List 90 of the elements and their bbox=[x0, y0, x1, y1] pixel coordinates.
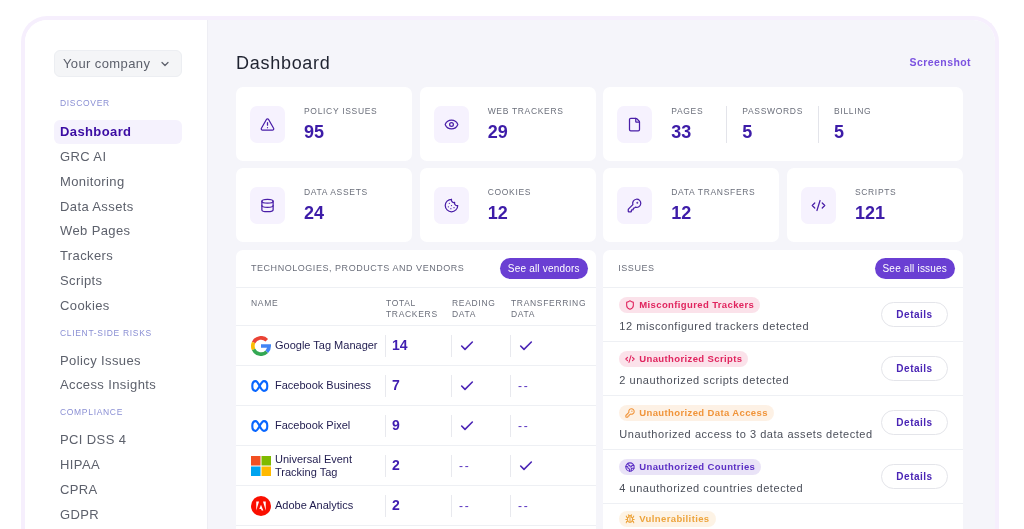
nav-item[interactable]: Data Assets bbox=[54, 193, 182, 219]
vendor-name: Universal Event Tracking Tag bbox=[275, 452, 354, 479]
column-header: TOTAL TRACKERS bbox=[386, 298, 439, 320]
key-icon bbox=[625, 407, 636, 418]
nav-item[interactable]: GRC AI bbox=[54, 144, 182, 170]
vendor-name: Google Tag Manager bbox=[275, 339, 378, 352]
nav-item[interactable]: GDPR bbox=[54, 501, 182, 527]
details-button[interactable]: Details bbox=[881, 410, 948, 435]
nav-item[interactable]: Scripts bbox=[54, 268, 182, 294]
stat-value: 12 bbox=[671, 201, 693, 224]
nav-item[interactable]: Access Insights bbox=[54, 372, 182, 398]
nav-item[interactable]: HIPAA bbox=[54, 452, 182, 478]
empty-mark: -- bbox=[518, 417, 530, 435]
nav-section-heading: CLIENT-SIDE RISKS bbox=[59, 327, 153, 338]
eye-icon bbox=[433, 105, 469, 143]
tracker-count: 14 bbox=[392, 336, 408, 355]
stat-label: PAGES bbox=[671, 105, 705, 117]
nav-section-heading: COMPLIANCE bbox=[59, 407, 124, 418]
empty-mark: -- bbox=[459, 497, 471, 515]
globe-icon bbox=[625, 461, 636, 472]
nav-item[interactable]: Trackers bbox=[54, 243, 182, 269]
nav-item[interactable]: PCI DSS 4 bbox=[54, 427, 182, 453]
tracker-count: 2 bbox=[392, 496, 400, 515]
stat-label: POLICY ISSUES bbox=[304, 105, 378, 117]
code-icon bbox=[800, 186, 836, 224]
key-icon bbox=[617, 186, 653, 224]
infinity-logo-icon bbox=[251, 419, 271, 432]
nav-item[interactable]: CPRA bbox=[54, 477, 182, 502]
column-header: NAME bbox=[251, 298, 280, 309]
bug-icon bbox=[625, 514, 636, 524]
empty-mark: -- bbox=[518, 377, 530, 395]
stat-label: WEB TRACKERS bbox=[487, 105, 564, 117]
vendor-name: Adobe Analytics bbox=[275, 499, 354, 512]
g-logo-icon bbox=[251, 335, 271, 356]
stat-value: 95 bbox=[304, 120, 326, 143]
issue-description: Unauthorized access to 3 data assets detected bbox=[619, 426, 873, 441]
tracker-count: 7 bbox=[392, 376, 400, 395]
stat-value: 121 bbox=[854, 201, 886, 224]
screenshot-link[interactable]: Screenshot bbox=[909, 55, 971, 71]
details-button[interactable]: Details bbox=[881, 356, 948, 381]
nav-item[interactable]: Dashboard bbox=[54, 119, 182, 145]
stat-label: SCRIPTS bbox=[854, 186, 897, 198]
vendor-name: Facebook Pixel bbox=[275, 419, 351, 432]
issue-badge-label: Unauthorized Countries bbox=[639, 460, 756, 473]
panel-title: TECHNOLOGIES, PRODUCTS AND VENDORS bbox=[251, 261, 465, 275]
issue-description: 2 unauthorized scripts detected bbox=[619, 372, 790, 387]
issue-badge-label: Misconfigured Trackers bbox=[639, 298, 755, 311]
issue-badge-label: Unauthorized Scripts bbox=[639, 352, 743, 365]
empty-mark: -- bbox=[459, 457, 471, 475]
column-header: TRANSFERRING DATA bbox=[511, 298, 588, 320]
nav-section-heading: DISCOVER bbox=[59, 98, 111, 108]
page-title: Dashboard bbox=[236, 51, 331, 75]
nav-item[interactable]: Policy Issues bbox=[54, 347, 182, 373]
nav-item[interactable]: Web Pages bbox=[54, 218, 182, 244]
issue-badge-label: Unauthorized Data Access bbox=[639, 406, 768, 419]
stat-value: 5 bbox=[834, 120, 845, 143]
stat-label: COOKIES bbox=[487, 186, 532, 198]
shield-icon bbox=[625, 299, 636, 310]
see-all-issues-button[interactable]: See all issues bbox=[874, 258, 955, 279]
stat-label: DATA TRANSFERS bbox=[671, 186, 756, 198]
code-icon bbox=[625, 353, 636, 364]
stat-label: DATA ASSETS bbox=[304, 186, 368, 198]
issue-description: 12 misconfigured trackers detected bbox=[619, 318, 810, 333]
see-all-vendors-button[interactable]: See all vendors bbox=[499, 258, 588, 279]
issue-description: 4 unauthorized countries detected bbox=[619, 480, 804, 495]
cookie-icon bbox=[433, 186, 469, 224]
round-a-logo-icon bbox=[251, 495, 271, 516]
tracker-count: 9 bbox=[392, 416, 400, 435]
stat-value: 33 bbox=[671, 120, 693, 143]
panel-title: ISSUES bbox=[618, 261, 655, 275]
vendor-name: Facebook Business bbox=[275, 379, 371, 392]
empty-mark: -- bbox=[518, 497, 530, 515]
company-selector[interactable]: Your company bbox=[54, 50, 182, 77]
stat-value: 5 bbox=[742, 120, 754, 143]
nav-item[interactable]: Cookies bbox=[54, 293, 182, 318]
stat-label: PASSWORDS bbox=[742, 105, 803, 117]
nav-item[interactable]: Monitoring bbox=[54, 169, 182, 194]
details-button[interactable]: Details bbox=[881, 302, 948, 327]
database-icon bbox=[250, 186, 285, 224]
stat-value: 29 bbox=[487, 120, 509, 143]
details-button[interactable]: Details bbox=[881, 464, 948, 489]
stat-label: BILLING bbox=[834, 105, 872, 117]
document-icon bbox=[617, 105, 653, 143]
issue-badge-label: Vulnerabilities bbox=[639, 513, 710, 525]
infinity-logo-icon bbox=[251, 379, 271, 392]
tracker-count: 2 bbox=[392, 456, 400, 475]
stat-value: 24 bbox=[304, 201, 326, 224]
four-squares-logo-icon bbox=[251, 455, 271, 476]
stat-value: 12 bbox=[487, 201, 509, 224]
column-header: READING DATA bbox=[452, 298, 497, 320]
